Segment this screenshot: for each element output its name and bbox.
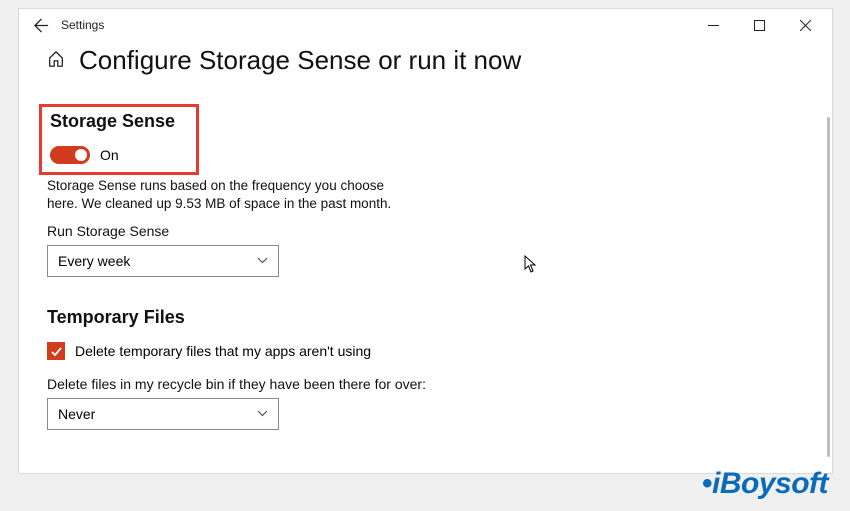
watermark-logo: •iBoysoft — [702, 467, 828, 501]
storage-sense-description: Storage Sense runs based on the frequenc… — [47, 177, 407, 213]
page-title: Configure Storage Sense or run it now — [79, 45, 521, 76]
home-icon[interactable] — [47, 50, 65, 71]
storage-sense-toggle[interactable] — [50, 146, 90, 164]
scrollbar[interactable] — [827, 117, 830, 457]
run-storage-sense-select[interactable]: Every week — [47, 245, 279, 277]
minimize-button[interactable] — [690, 9, 736, 41]
recycle-bin-select[interactable]: Never — [47, 398, 279, 430]
titlebar: Settings — [19, 9, 832, 41]
storage-sense-highlight: Storage Sense On — [39, 104, 199, 175]
run-storage-sense-label: Run Storage Sense — [47, 223, 804, 239]
maximize-button[interactable] — [736, 9, 782, 41]
run-storage-sense-value: Every week — [58, 253, 130, 269]
close-button[interactable] — [782, 9, 828, 41]
storage-sense-toggle-label: On — [100, 147, 119, 163]
storage-sense-heading: Storage Sense — [50, 111, 188, 132]
chevron-down-icon — [257, 408, 268, 420]
temporary-files-heading: Temporary Files — [47, 307, 804, 328]
delete-temp-files-checkbox[interactable] — [47, 342, 65, 360]
back-button[interactable] — [23, 9, 59, 41]
recycle-bin-label: Delete files in my recycle bin if they h… — [47, 376, 804, 392]
minimize-icon — [708, 20, 719, 31]
delete-temp-files-label: Delete temporary files that my apps aren… — [75, 343, 371, 359]
window-title: Settings — [61, 18, 104, 32]
close-icon — [800, 20, 811, 31]
chevron-down-icon — [257, 255, 268, 267]
maximize-icon — [754, 20, 765, 31]
check-icon — [50, 345, 63, 358]
back-arrow-icon — [34, 18, 49, 33]
recycle-bin-value: Never — [58, 406, 95, 422]
